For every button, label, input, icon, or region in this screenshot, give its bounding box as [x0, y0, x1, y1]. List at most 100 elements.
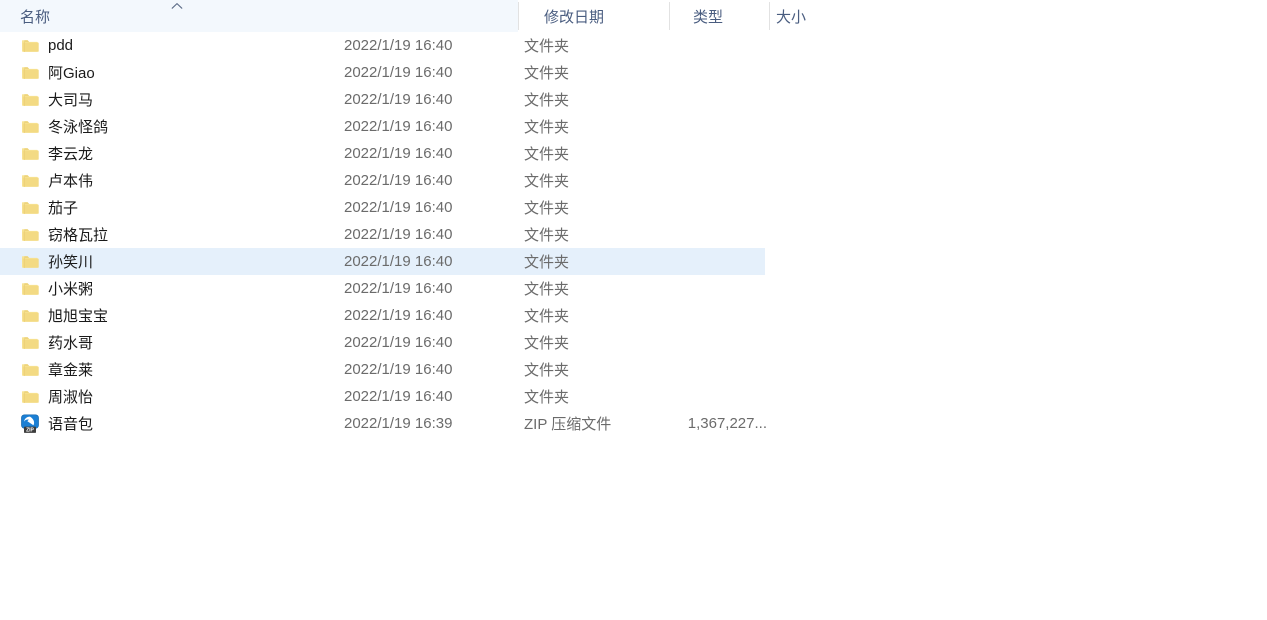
file-date-modified-cell: 2022/1/19 16:40 [344, 37, 453, 54]
file-name-label: 窃格瓦拉 [48, 227, 109, 244]
file-type-cell: 文件夹 [524, 362, 570, 379]
file-name-label: 冬泳怪鸽 [48, 119, 109, 136]
svg-text:ZIP: ZIP [26, 427, 34, 433]
file-date-modified-cell: 2022/1/19 16:40 [344, 253, 453, 270]
file-type-cell: 文件夹 [524, 254, 570, 271]
file-explorer-list-view: 名称 修改日期 类型 大小 pdd 2022/1/19 16:40 文件夹 阿Giao… [0, 0, 1267, 620]
file-size-cell [669, 275, 779, 302]
column-divider-type-size[interactable] [769, 2, 770, 30]
file-type-cell: 文件夹 [524, 335, 570, 352]
file-size-cell [669, 32, 779, 59]
file-row[interactable]: 旭旭宝宝 2022/1/19 16:40 文件夹 [0, 302, 1267, 329]
file-type-cell: 文件夹 [524, 173, 570, 190]
file-row[interactable]: 药水哥 2022/1/19 16:40 文件夹 [0, 329, 1267, 356]
file-row[interactable]: 卢本伟 2022/1/19 16:40 文件夹 [0, 167, 1267, 194]
column-header-name[interactable]: 名称 [0, 0, 518, 32]
column-header-size[interactable]: 大小 [769, 0, 889, 32]
column-divider-date-type[interactable] [669, 2, 670, 30]
folder-icon [20, 198, 40, 218]
file-type-cell: 文件夹 [524, 92, 570, 109]
file-date-modified-cell: 2022/1/19 16:40 [344, 199, 453, 216]
file-type-cell: 文件夹 [524, 146, 570, 163]
file-date-modified-cell: 2022/1/19 16:40 [344, 280, 453, 297]
folder-icon [20, 117, 40, 137]
file-size-cell [669, 248, 779, 275]
file-type-cell: 文件夹 [524, 200, 570, 217]
file-date-modified-cell: 2022/1/19 16:40 [344, 64, 453, 81]
file-name-label: 周淑怡 [48, 389, 94, 406]
column-header-date-modified[interactable]: 修改日期 [518, 0, 669, 32]
file-row[interactable]: 周淑怡 2022/1/19 16:40 文件夹 [0, 383, 1267, 410]
column-header-date-label: 修改日期 [544, 8, 605, 26]
file-type-cell: 文件夹 [524, 227, 570, 244]
file-name-label: 茄子 [48, 200, 79, 217]
file-date-modified-cell: 2022/1/19 16:40 [344, 307, 453, 324]
folder-icon [20, 387, 40, 407]
file-size-cell [669, 113, 779, 140]
file-row[interactable]: 章金莱 2022/1/19 16:40 文件夹 [0, 356, 1267, 383]
file-row[interactable]: 小米粥 2022/1/19 16:40 文件夹 [0, 275, 1267, 302]
column-header-type-label: 类型 [693, 8, 724, 26]
file-date-modified-cell: 2022/1/19 16:40 [344, 226, 453, 243]
file-date-modified-cell: 2022/1/19 16:40 [344, 91, 453, 108]
file-name-label: 语音包 [48, 416, 94, 433]
column-header-type[interactable]: 类型 [669, 0, 769, 32]
file-name-label: 小米粥 [48, 281, 94, 298]
file-row[interactable]: 孙笑川 2022/1/19 16:40 文件夹 [0, 248, 1267, 275]
file-type-cell: 文件夹 [524, 281, 570, 298]
column-header-name-label: 名称 [20, 8, 51, 26]
file-row[interactable]: 大司马 2022/1/19 16:40 文件夹 [0, 86, 1267, 113]
file-date-modified-cell: 2022/1/19 16:40 [344, 388, 453, 405]
file-row[interactable]: 冬泳怪鸽 2022/1/19 16:40 文件夹 [0, 113, 1267, 140]
file-size-cell [669, 356, 779, 383]
file-size-cell [669, 167, 779, 194]
file-size-cell: 1,367,227... [687, 415, 767, 432]
folder-icon [20, 90, 40, 110]
file-row[interactable]: 窃格瓦拉 2022/1/19 16:40 文件夹 [0, 221, 1267, 248]
folder-icon [20, 36, 40, 56]
file-type-cell: 文件夹 [524, 38, 570, 55]
file-type-cell: 文件夹 [524, 119, 570, 136]
file-type-cell: ZIP 压缩文件 [524, 416, 612, 433]
file-row[interactable]: 茄子 2022/1/19 16:40 文件夹 [0, 194, 1267, 221]
file-size-cell [669, 329, 779, 356]
folder-icon [20, 360, 40, 380]
file-name-label: 孙笑川 [48, 254, 94, 271]
column-divider-name-date[interactable] [518, 2, 519, 30]
folder-icon [20, 225, 40, 245]
folder-icon [20, 252, 40, 272]
file-name-label: 李云龙 [48, 146, 94, 163]
file-list: pdd 2022/1/19 16:40 文件夹 阿Giao 2022/1/19 16:4… [0, 32, 1267, 437]
file-name-label: 章金莱 [48, 362, 94, 379]
file-name-label: 阿Giao [48, 65, 95, 82]
file-row[interactable]: pdd 2022/1/19 16:40 文件夹 [0, 32, 1267, 59]
file-date-modified-cell: 2022/1/19 16:40 [344, 361, 453, 378]
folder-icon [20, 63, 40, 83]
file-date-modified-cell: 2022/1/19 16:39 [344, 415, 453, 432]
file-date-modified-cell: 2022/1/19 16:40 [344, 172, 453, 189]
file-date-modified-cell: 2022/1/19 16:40 [344, 118, 453, 135]
column-header-bar: 名称 修改日期 类型 大小 [0, 0, 1267, 32]
file-name-label: 卢本伟 [48, 173, 94, 190]
file-name-label: 旭旭宝宝 [48, 308, 109, 325]
column-header-size-label: 大小 [776, 8, 807, 26]
folder-icon [20, 144, 40, 164]
file-row[interactable]: ZIP 语音包 2022/1/19 16:39 ZIP 压缩文件 1,367,227..… [0, 410, 1267, 437]
file-size-cell [669, 86, 779, 113]
file-size-cell [669, 194, 779, 221]
file-type-cell: 文件夹 [524, 389, 570, 406]
file-size-cell [669, 140, 779, 167]
file-size-cell [669, 383, 779, 410]
file-date-modified-cell: 2022/1/19 16:40 [344, 334, 453, 351]
file-name-label: pdd [48, 37, 74, 54]
file-date-modified-cell: 2022/1/19 16:40 [344, 145, 453, 162]
file-row[interactable]: 李云龙 2022/1/19 16:40 文件夹 [0, 140, 1267, 167]
file-size-cell [669, 59, 779, 86]
file-type-cell: 文件夹 [524, 308, 570, 325]
file-row[interactable]: 阿Giao 2022/1/19 16:40 文件夹 [0, 59, 1267, 86]
file-name-label: 大司马 [48, 92, 94, 109]
file-type-cell: 文件夹 [524, 65, 570, 82]
file-name-label: 药水哥 [48, 335, 94, 352]
empty-list-background[interactable] [0, 478, 1267, 620]
folder-icon [20, 333, 40, 353]
